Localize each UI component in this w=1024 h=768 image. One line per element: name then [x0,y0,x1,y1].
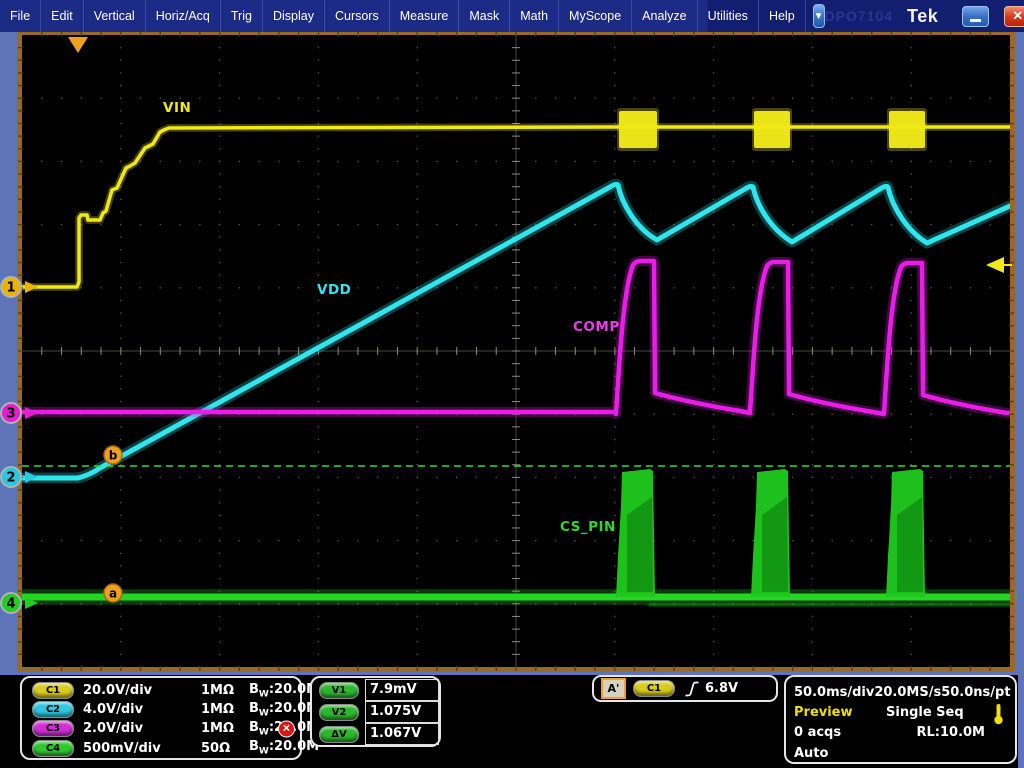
acquisition-mode: Single Seq [886,705,1007,720]
channel-c2-pill[interactable]: C2 [32,701,74,718]
svg-text:1: 1 [6,281,15,296]
vin-burst [619,111,657,148]
menu-item-myscope[interactable]: MyScope [559,0,632,32]
channel-c2-scale: 4.0V/div [83,702,201,717]
menu-item-cursors[interactable]: Cursors [325,0,390,32]
cursor-v2-pill[interactable]: V2 [319,704,359,721]
rising-edge-icon [684,681,700,697]
svg-text:3: 3 [6,407,15,422]
trigger-mode: Auto [794,746,828,761]
channel-row-c2[interactable]: C2 4.0V/div 1MΩ BW:20.0M [22,700,300,719]
menu-item-math[interactable]: Math [510,0,559,32]
cursor-dv-row: ΔV 1.067V [312,723,439,745]
horizontal-row-4: Auto [794,743,1007,763]
vin-burst [889,111,925,148]
chevron-down-icon: ▼ [814,11,824,22]
cursor-readout-panel[interactable]: V1 7.9mV V2 1.075V ΔV 1.067V [310,676,441,747]
menu-dropdown-button[interactable]: ▼ [813,4,825,28]
menu-items: File Edit Vertical Horiz/Acq Trig Displa… [0,0,806,32]
channel-c1-scale: 20.0V/div [83,683,201,698]
menu-item-vertical[interactable]: Vertical [84,0,146,32]
record-length: RL:10.0M [916,725,985,740]
waveform-workspace: VIN VDD COMP CS_PIN 1 3 2 4 b a [0,32,1024,675]
cursor-v2-row: V2 1.075V [312,701,439,723]
svg-text:4: 4 [6,597,15,612]
cursor-dv-pill[interactable]: ΔV [319,726,359,743]
resolution-value: 50.0ns/pt [941,685,1010,700]
horizontal-panel[interactable]: 50.0ms/div 20.0MS/s 50.0ns/pt Preview Si… [784,675,1017,764]
label-comp: COMP [573,319,620,335]
channel-c3-scale: 2.0V/div [83,721,201,736]
timebase-value: 50.0ms/div [794,685,874,700]
menu-item-utilities[interactable]: Utilities [698,0,759,32]
waveform-display[interactable]: VIN VDD COMP CS_PIN 1 3 2 4 b a [0,32,1024,675]
label-vdd: VDD [317,282,351,298]
channel-row-c4[interactable]: C4 500mV/div 50Ω BW:20.0M [22,739,300,758]
cursor-v1-pill[interactable]: V1 [319,682,359,699]
close-button[interactable]: ✕ [1004,6,1024,27]
channel-c3-pill[interactable]: C3 [32,720,74,737]
model-label: DPO7104 [825,8,893,24]
channel-c2-bandwidth: BW:20.0M [249,701,319,719]
svg-text:b: b [109,449,118,463]
channel-c3-impedance: 1MΩ [201,721,249,736]
menu-item-analyze[interactable]: Analyze [632,0,697,32]
label-vin: VIN [163,100,191,116]
channel-error-icon: ✕ [278,720,295,737]
horizontal-row-2: Preview Single Seq [794,702,1007,722]
channel-c4-impedance: 50Ω [201,741,249,756]
menu-item-mask[interactable]: Mask [459,0,510,32]
channel-c4-scale: 500mV/div [83,741,201,756]
tek-logo: Tek [907,6,938,27]
menu-item-help[interactable]: Help [759,0,806,32]
title-zone: DPO7104 Tek ✕ [825,0,1024,32]
vertical-settings-panel[interactable]: C1 20.0V/div 1MΩ BW:20.0M C2 4.0V/div 1M… [20,676,302,760]
menu-item-display[interactable]: Display [263,0,325,32]
acquisition-count: 0 acqs [794,725,916,740]
acquisition-status: Preview [794,705,886,720]
label-cs_pin: CS_PIN [560,519,616,535]
minimize-button[interactable] [962,6,989,27]
cursor-v1-row: V1 7.9mV [312,679,439,701]
vin-burst [754,111,790,148]
trigger-source-badge: A' [601,678,626,699]
cursor-v1-value: 7.9mV [365,679,439,701]
channel-c4-bandwidth: BW:20.0M [249,739,319,757]
menu-item-file[interactable]: File [0,0,41,32]
horizontal-row-1: 50.0ms/div 20.0MS/s 50.0ns/pt [794,682,1007,702]
menu-bar: File Edit Vertical Horiz/Acq Trig Displa… [0,0,1024,32]
cursor-v2-value: 1.075V [365,701,439,723]
channel-c2-impedance: 1MΩ [201,702,249,717]
trigger-channel-pill[interactable]: C1 [633,680,675,697]
menu-item-measure[interactable]: Measure [390,0,460,32]
horizontal-row-3: 0 acqs RL:10.0M [794,723,1007,743]
sample-rate-value: 20.0MS/s [874,685,941,700]
menu-item-edit[interactable]: Edit [41,0,84,32]
channel-c1-impedance: 1MΩ [201,683,249,698]
channel-c1-pill[interactable]: C1 [32,682,74,699]
channel-row-c3[interactable]: C3 2.0V/div 1MΩ BW:20.0M ✕ [22,719,300,738]
channel-c1-bandwidth: BW:20.0M [249,682,319,700]
cursor-dv-value: 1.067V [365,723,439,745]
oscilloscope-screen: File Edit Vertical Horiz/Acq Trig Displa… [0,0,1024,768]
trigger-level-value: 6.8V [705,681,738,696]
close-icon: ✕ [1012,8,1023,24]
trigger-panel[interactable]: A' C1 6.8V [592,675,778,702]
menu-item-horiz-acq[interactable]: Horiz/Acq [146,0,221,32]
readout-bar: C1 20.0V/div 1MΩ BW:20.0M C2 4.0V/div 1M… [0,675,1024,768]
channel-row-c1[interactable]: C1 20.0V/div 1MΩ BW:20.0M [22,681,300,700]
minimize-icon [970,19,981,22]
svg-text:2: 2 [6,471,15,486]
channel-c4-pill[interactable]: C4 [32,740,74,757]
menu-item-trig[interactable]: Trig [221,0,263,32]
right-edge-strip [1018,675,1024,768]
svg-text:a: a [109,587,117,601]
